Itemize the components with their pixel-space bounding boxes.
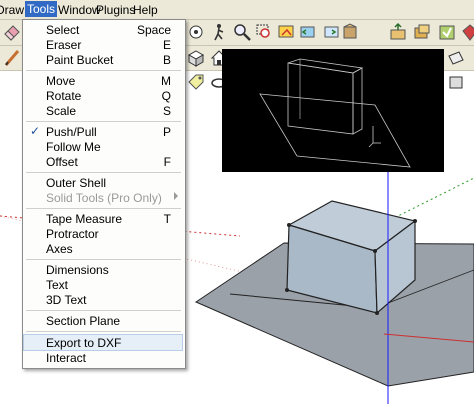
menu-separator (26, 310, 181, 311)
vertex-marker (373, 249, 377, 253)
menu-item-move[interactable]: Move M (24, 73, 184, 88)
menu-item-label: Axes (46, 242, 73, 256)
menu-separator (26, 208, 181, 209)
menu-item-shortcut: T (163, 212, 171, 226)
menu-item-follow-me[interactable]: Follow Me (24, 139, 184, 154)
menu-item-shortcut: Space (136, 23, 171, 37)
tools-dropdown-menu: Select Space Eraser E Paint Bucket B Move M … (22, 19, 186, 369)
zoom-extents-icon[interactable] (277, 22, 297, 42)
menu-item-shortcut: B (162, 53, 171, 67)
menu-item-label: Solid Tools (Pro Only) (46, 191, 162, 205)
extension-icon[interactable] (437, 22, 457, 42)
top-view-icon[interactable] (446, 48, 466, 68)
vertex-marker (285, 288, 289, 292)
menu-item-label: Protractor (46, 227, 99, 241)
menu-item-label: Scale (46, 104, 77, 118)
menu-draw[interactable]: Draw (0, 3, 24, 17)
menu-item-shortcut: P (162, 125, 171, 139)
menu-separator (26, 121, 181, 122)
menu-item-outer-shell[interactable]: Outer Shell (24, 175, 184, 190)
menu-item-label: Push/Pull (46, 125, 97, 139)
menu-item-text[interactable]: Text (24, 277, 184, 292)
preview-plane-outline (259, 93, 411, 168)
menu-bar: Draw Tools Window Plugins Help (0, 0, 474, 20)
menu-item-scale[interactable]: Scale S (24, 103, 184, 118)
vertex-marker (375, 311, 379, 315)
menu-item-shortcut: Q (161, 89, 171, 103)
pencil-icon[interactable] (2, 48, 22, 68)
vertex-marker (287, 223, 291, 227)
look-around-icon[interactable] (186, 22, 206, 42)
menu-item-shortcut: F (163, 155, 171, 169)
menu-separator (26, 70, 181, 71)
green-axis-dotted (385, 177, 474, 223)
dxf-preview-panel (222, 49, 444, 172)
menu-item-label: Interact (46, 351, 87, 365)
menu-item-3d-text[interactable]: 3D Text (24, 292, 184, 307)
checkmark-icon: ✓ (30, 124, 41, 138)
menu-item-offset[interactable]: Offset F (24, 154, 184, 169)
menu-item-label: Tape Measure (46, 212, 123, 226)
preview-box-top (287, 58, 364, 74)
eraser-icon[interactable] (2, 22, 22, 42)
menu-item-label: Dimensions (46, 263, 109, 277)
menu-item-label: Paint Bucket (46, 53, 114, 67)
next-view-icon[interactable] (322, 22, 342, 42)
menu-tools[interactable]: Tools (25, 1, 58, 17)
vertex-marker (413, 219, 417, 223)
menu-item-label: Move (46, 74, 76, 88)
menu-item-tape-measure[interactable]: Tape Measure T (24, 211, 184, 226)
menu-item-protractor[interactable]: Protractor (24, 226, 184, 241)
menu-item-label: Text (46, 278, 69, 292)
menu-item-label: 3D Text (46, 293, 87, 307)
menu-item-label: Select (46, 23, 80, 37)
ruby-icon[interactable] (460, 22, 474, 42)
component-icon[interactable] (412, 22, 432, 42)
menu-item-solid-tools[interactable]: Solid Tools (Pro Only) (24, 190, 184, 205)
menu-item-interact[interactable]: Interact (24, 350, 184, 365)
walk-icon[interactable] (209, 22, 229, 42)
menu-item-label: Export to DXF (46, 336, 122, 350)
iso-view-icon[interactable] (186, 48, 206, 68)
preview-box-side (352, 67, 363, 135)
zoom-icon[interactable] (232, 22, 252, 42)
zoom-window-icon[interactable] (255, 22, 275, 42)
preview-axis-y (368, 142, 374, 148)
menu-separator (26, 172, 181, 173)
submenu-arrow-icon (174, 192, 178, 200)
menu-window[interactable]: Window (58, 3, 101, 17)
menu-separator (26, 331, 181, 332)
menu-item-shortcut: M (161, 74, 171, 88)
menu-separator (26, 259, 181, 260)
preview-box-front (287, 62, 354, 135)
sketchup-window: Draw Tools Window Plugins Help Select Sp… (0, 0, 474, 404)
menu-item-export-dxf[interactable]: Export to DXF (23, 334, 183, 351)
menu-item-label: Section Plane (46, 314, 121, 328)
menu-item-axes[interactable]: Axes (24, 241, 184, 256)
menu-item-dimensions[interactable]: Dimensions (24, 262, 184, 277)
menu-item-label: Rotate (46, 89, 82, 103)
get-models-icon[interactable] (340, 22, 360, 42)
menu-item-shortcut: E (162, 38, 171, 52)
menu-item-paint-bucket[interactable]: Paint Bucket B (24, 52, 184, 67)
menu-item-label: Follow Me (46, 140, 101, 154)
menu-item-label: Offset (46, 155, 78, 169)
previous-view-icon[interactable] (298, 22, 318, 42)
menu-item-shortcut: S (162, 104, 171, 118)
menu-item-eraser[interactable]: Eraser E (24, 37, 184, 52)
menu-item-section-plane[interactable]: Section Plane (24, 313, 184, 328)
share-model-icon[interactable] (388, 22, 408, 42)
menu-help[interactable]: Help (133, 3, 158, 17)
menu-item-label: Eraser (46, 38, 82, 52)
menu-plugins[interactable]: Plugins (96, 3, 135, 17)
menu-item-label: Outer Shell (46, 176, 107, 190)
menu-item-push-pull[interactable]: ✓ Push/Pull P (24, 124, 184, 139)
menu-item-rotate[interactable]: Rotate Q (24, 88, 184, 103)
menu-item-select[interactable]: Select Space (24, 22, 184, 37)
